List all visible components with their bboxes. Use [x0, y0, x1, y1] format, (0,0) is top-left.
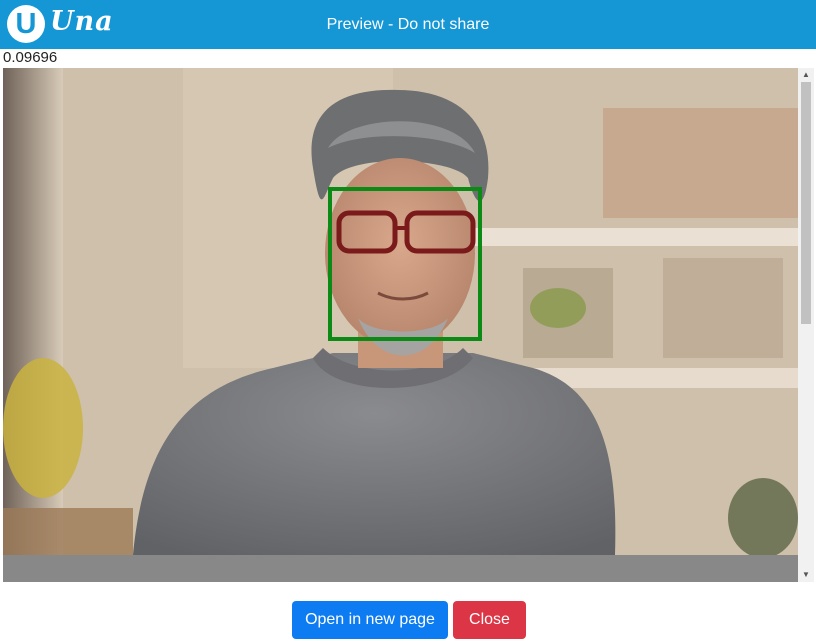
- scroll-down-arrow-icon[interactable]: ▼: [798, 568, 814, 582]
- preview-title: Preview - Do not share: [326, 16, 490, 33]
- scroll-thumb[interactable]: [801, 82, 811, 324]
- close-button[interactable]: Close: [453, 601, 526, 639]
- preview-image: [3, 68, 798, 582]
- header-bar: U Una Preview - Do not share: [0, 0, 816, 49]
- open-in-new-page-button[interactable]: Open in new page: [292, 601, 448, 639]
- preview-scroll-area[interactable]: ▲ ▼: [3, 68, 814, 582]
- scroll-up-arrow-icon[interactable]: ▲: [798, 68, 814, 82]
- vertical-scrollbar[interactable]: ▲ ▼: [798, 68, 814, 582]
- score-value: 0.09696: [3, 49, 58, 66]
- face-detection-box: [328, 187, 482, 341]
- action-buttons: Open in new page Close: [0, 601, 816, 639]
